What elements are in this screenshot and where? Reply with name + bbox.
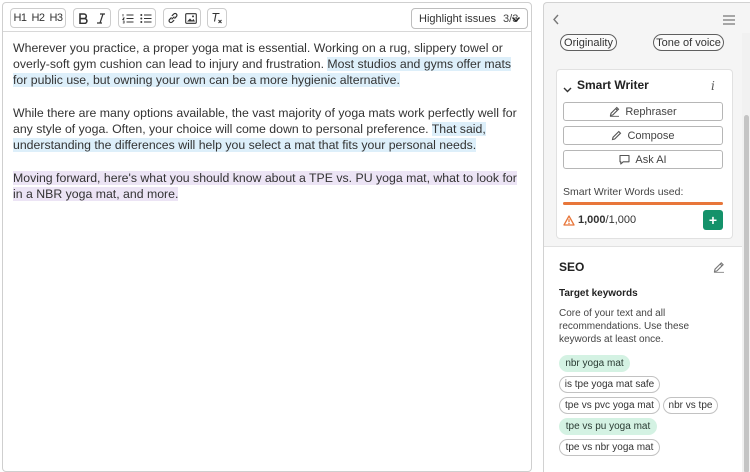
link-icon[interactable] (164, 9, 182, 27)
chevron-down-icon (511, 14, 521, 27)
words-used-progress-fill (563, 202, 723, 205)
ask-ai-button[interactable]: Ask AI (563, 150, 723, 169)
chevron-left-icon[interactable] (552, 12, 560, 30)
keyword-label: tpe vs pvc yoga mat (565, 400, 654, 411)
keyword-chip[interactable]: tpe vs pvc yoga mat (559, 397, 660, 414)
heading-1-button[interactable]: H1 (11, 9, 29, 27)
hamburger-menu-icon[interactable] (723, 12, 735, 30)
editor-paragraph: While there are many options available, … (13, 105, 525, 154)
bold-icon[interactable] (74, 9, 92, 27)
edit-icon[interactable] (713, 260, 725, 278)
editor-toolbar: H1 H2 H3 Highlight issues 3/3 (3, 3, 531, 32)
highlight-issues-select[interactable]: Highlight issues 3/3 (411, 8, 528, 29)
warning-icon (563, 214, 575, 226)
chevron-down-icon[interactable] (563, 81, 572, 99)
compose-label: Compose (627, 129, 675, 142)
keyword-label: nbr vs tpe (668, 400, 713, 411)
smart-writer-card: Smart Writer i Rephraser Compose Ask AI … (556, 69, 733, 239)
keyword-chip[interactable]: tpe vs nbr yoga mat (559, 439, 660, 456)
target-keywords-heading: Target keywords (559, 288, 638, 299)
keyword-label: is tpe yoga mat safe (564, 379, 655, 390)
panel-scrollbar[interactable] (742, 33, 750, 472)
heading-1-label: H1 (13, 12, 27, 24)
info-icon[interactable]: i (711, 79, 715, 93)
heading-3-button[interactable]: H3 (47, 9, 65, 27)
keyword-label: nbr yoga mat (565, 358, 624, 369)
rephrase-icon (610, 106, 620, 117)
format-group (73, 8, 111, 28)
target-keywords-description: Core of your text and all recommendation… (559, 308, 690, 345)
keyword-chip[interactable]: nbr vs tpe (663, 397, 718, 414)
heading-3-label: H3 (49, 12, 63, 24)
heading-2-label: H2 (31, 12, 45, 24)
insert-group (163, 8, 201, 28)
keyword-chip[interactable]: is tpe yoga mat safe (559, 376, 660, 393)
tone-of-voice-label: Tone of voice (656, 36, 721, 49)
scrollbar-thumb[interactable] (744, 115, 749, 472)
keyword-chip[interactable]: nbr yoga mat (559, 355, 630, 372)
keyword-chip[interactable]: tpe vs pu yoga mat (559, 418, 657, 435)
originality-pill[interactable]: Originality (560, 34, 617, 51)
clear-group (207, 8, 227, 28)
tone-of-voice-pill[interactable]: Tone of voice (653, 34, 724, 51)
bullet-list-icon[interactable] (137, 9, 155, 27)
heading-2-button[interactable]: H2 (29, 9, 47, 27)
keyword-label: tpe vs pu yoga mat (565, 421, 651, 432)
words-used-progress (563, 202, 723, 205)
editor-paragraph: Moving forward, here's what you should k… (13, 170, 525, 202)
ask-ai-icon (619, 154, 630, 165)
rephraser-button[interactable]: Rephraser (563, 102, 723, 121)
ask-ai-label: Ask AI (635, 153, 667, 166)
editor-content[interactable]: Wherever you practice, a proper yoga mat… (13, 40, 525, 218)
plus-icon[interactable]: + (703, 210, 723, 230)
rephraser-label: Rephraser (625, 105, 677, 118)
text-editor: H1 H2 H3 Highlight issues 3/3 Wherever y… (2, 2, 532, 472)
highlighted-sentence[interactable]: Moving forward, here's what you should k… (13, 170, 517, 201)
seo-title: SEO (559, 260, 585, 274)
clear-format-icon[interactable] (208, 9, 226, 27)
words-used-label: Smart Writer Words used: (563, 186, 684, 198)
compose-button[interactable]: Compose (563, 126, 723, 145)
assistant-panel: Originality Tone of voice Smart Writer i… (543, 2, 750, 472)
words-limit-value: /1,000 (605, 214, 637, 226)
highlight-issues-label: Highlight issues (419, 12, 497, 25)
compose-icon (612, 130, 622, 141)
words-used-count: 1,000 /1,000 (563, 214, 636, 226)
panel-header (544, 3, 750, 33)
originality-label: Originality (564, 36, 613, 49)
smart-writer-title: Smart Writer (577, 78, 649, 92)
editor-paragraph: Wherever you practice, a proper yoga mat… (13, 40, 525, 89)
heading-group: H1 H2 H3 (10, 8, 66, 28)
seo-section: SEO Target keywords Core of your text an… (544, 246, 742, 472)
image-icon[interactable] (182, 9, 200, 27)
ordered-list-icon[interactable] (119, 9, 137, 27)
italic-icon[interactable] (92, 9, 110, 27)
list-group (118, 8, 156, 28)
keyword-label: tpe vs nbr yoga mat (565, 442, 654, 453)
words-used-value: 1,000 (578, 214, 606, 226)
